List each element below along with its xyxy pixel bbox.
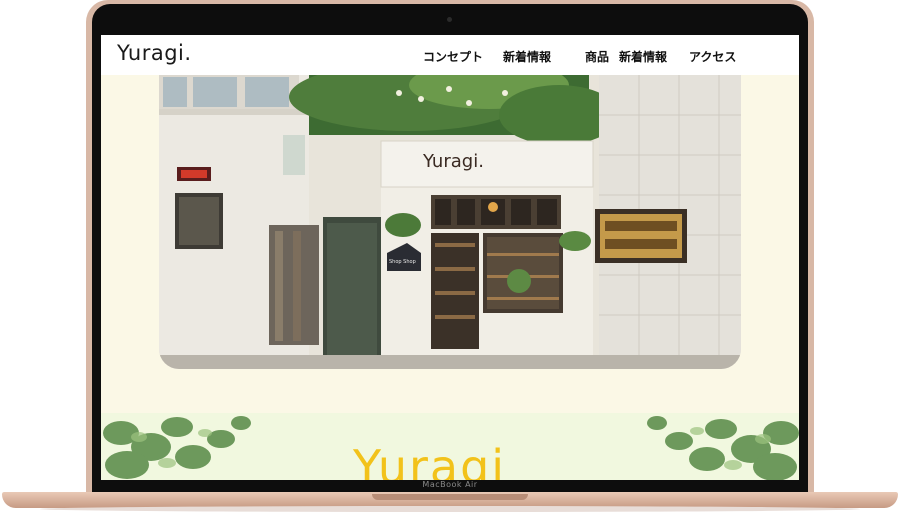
nav-news-2[interactable]: 新着情報 bbox=[619, 48, 667, 65]
hanging-sign-text: Shop Shop bbox=[389, 259, 416, 265]
nav-access[interactable]: アクセス bbox=[689, 48, 736, 65]
shop-storefront-illustration bbox=[159, 75, 741, 369]
nav-concept[interactable]: コンセプト bbox=[423, 48, 483, 65]
laptop-shadow bbox=[40, 506, 860, 512]
nav-products[interactable]: 商品 bbox=[585, 48, 609, 65]
shop-sign-text: Yuragi. bbox=[423, 151, 484, 172]
brand-logo-large: Yuragi bbox=[353, 440, 507, 480]
device-model-label: MacBook Air bbox=[422, 480, 478, 489]
laptop-notch bbox=[372, 494, 528, 500]
nav-news[interactable]: 新着情報 bbox=[503, 48, 551, 65]
browser-screen: Yuragi. コンセプト 新着情報 商品 新着情報 アクセス Yuragi. … bbox=[101, 35, 799, 480]
site-header: Yuragi. コンセプト 新着情報 商品 新着情報 アクセス bbox=[101, 35, 799, 75]
site-logo[interactable]: Yuragi. bbox=[117, 41, 192, 65]
hero-shop-photo: Yuragi. Shop Shop bbox=[159, 75, 741, 369]
camera-icon bbox=[447, 17, 452, 22]
